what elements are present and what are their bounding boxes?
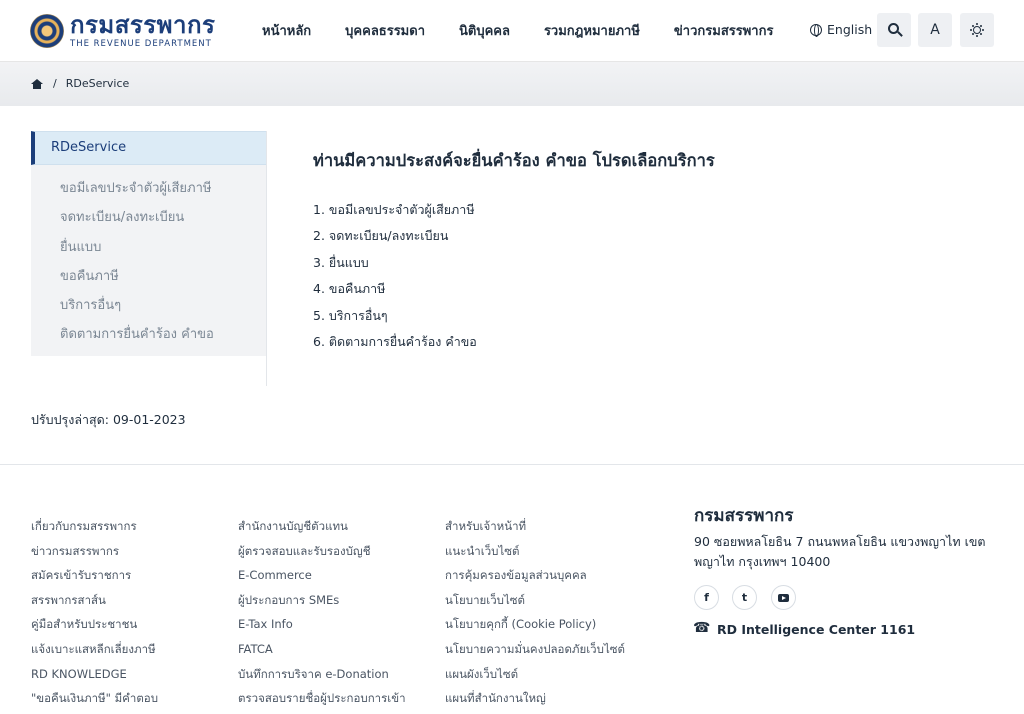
home-icon[interactable]	[31, 78, 43, 89]
footer-links-col-3: สำหรับเจ้าหน้าที่ แนะนำเว็บไซต์ การคุ้มค…	[445, 518, 625, 714]
footer-link[interactable]: แนะนำเว็บไซต์	[445, 543, 625, 568]
hotline[interactable]: RD Intelligence Center 1161	[693, 620, 916, 638]
sidebar-item-file-return[interactable]: ยื่นแบบ	[31, 233, 266, 262]
revenue-seal-icon	[30, 14, 64, 48]
footer-org-name: กรมสรรพากร	[694, 506, 794, 526]
youtube-button[interactable]	[771, 585, 796, 610]
main-nav: หน้าหลัก บุคคลธรรมดา นิติบุคคล รวมกฎหมาย…	[262, 20, 807, 41]
font-size-button[interactable]: A	[918, 13, 952, 47]
service-link-tax-refund[interactable]: 4. ขอคืนภาษี	[313, 279, 477, 305]
breadcrumb-bar: / RDeService	[0, 62, 1024, 106]
footer-link[interactable]: แผนที่สำนักงานใหญ่	[445, 690, 625, 714]
last-updated: ปรับปรุงล่าสุด: 09-01-2023	[31, 412, 186, 427]
footer-link[interactable]: FATCA	[238, 641, 406, 666]
nav-tax-law[interactable]: รวมกฎหมายภาษี	[544, 20, 640, 41]
service-link-file-return[interactable]: 3. ยื่นแบบ	[313, 253, 477, 279]
footer-link[interactable]: เกี่ยวกับกรมสรรพากร	[31, 518, 158, 543]
footer-link[interactable]: ข่าวกรมสรรพากร	[31, 543, 158, 568]
nav-corporate[interactable]: นิติบุคคล	[459, 20, 510, 41]
breadcrumb-current: RDeService	[65, 77, 130, 90]
sidebar-item-other-services[interactable]: บริการอื่นๆ	[31, 291, 266, 320]
footer-link[interactable]: E-Commerce	[238, 567, 406, 592]
sidebar-title[interactable]: RDeService	[31, 131, 266, 165]
twitter-icon[interactable]: t	[732, 585, 757, 610]
sidebar-item-tax-id[interactable]: ขอมีเลขประจำตัวผู้เสียภาษี	[31, 174, 266, 203]
breadcrumb: / RDeService	[31, 77, 129, 90]
service-link-other-services[interactable]: 5. บริการอื่นๆ	[313, 306, 477, 332]
footer-links-col-2: สำนักงานบัญชีตัวแทน ผู้ตรวจสอบและรับรองบ…	[238, 518, 406, 714]
search-icon	[887, 23, 899, 34]
nav-news[interactable]: ข่าวกรมสรรพากร	[674, 20, 774, 41]
language-switch[interactable]: English	[810, 22, 872, 37]
footer-link[interactable]: สรรพากรสาส์น	[31, 592, 158, 617]
footer-link[interactable]: สมัครเข้ารับราชการ	[31, 567, 158, 592]
footer-divider	[0, 464, 1024, 465]
footer-link[interactable]: ผู้ประกอบการ SMEs	[238, 592, 406, 617]
footer-link[interactable]: "ขอคืนเงินภาษี" มีคำตอบ	[31, 690, 158, 714]
footer-link[interactable]: นโยบายคุกกี้ (Cookie Policy)	[445, 616, 625, 641]
page-title: ท่านมีความประสงค์จะยื่นคำร้อง คำขอ โปรดเ…	[313, 151, 715, 170]
footer-link[interactable]: นโยบายความมั่นคงปลอดภัยเว็บไซต์	[445, 641, 625, 666]
search-button[interactable]	[877, 13, 911, 47]
service-link-track-request[interactable]: 6. ติดตามการยื่นคำร้อง คำขอ	[313, 332, 477, 358]
theme-toggle-button[interactable]	[960, 13, 994, 47]
footer-link[interactable]: บันทึกการบริจาค e-Donation	[238, 666, 406, 691]
footer-address: 90 ซอยพหลโยธิน 7 ถนนพหลโยธิน แขวงพญาไท เ…	[694, 534, 986, 569]
sidebar-item-registration[interactable]: จดทะเบียน/ลงทะเบียน	[31, 203, 266, 232]
service-link-registration[interactable]: 2. จดทะเบียน/ลงทะเบียน	[313, 226, 477, 252]
youtube-icon	[778, 593, 789, 602]
footer-link[interactable]: สำหรับเจ้าหน้าที่	[445, 518, 625, 543]
footer-link[interactable]: E-Tax Info	[238, 616, 406, 641]
logo-title-thai: กรมสรรพากร	[70, 11, 216, 39]
logo-title-english: THE REVENUE DEPARTMENT	[70, 39, 212, 49]
sidebar-item-track-request[interactable]: ติดตามการยื่นคำร้อง คำขอ	[31, 320, 266, 349]
footer-link[interactable]: สำนักงานบัญชีตัวแทน	[238, 518, 406, 543]
footer-links-col-1: เกี่ยวกับกรมสรรพากร ข่าวกรมสรรพากร สมัคร…	[31, 518, 158, 714]
footer-link[interactable]: แผนผังเว็บไซต์	[445, 666, 625, 691]
sun-icon	[973, 26, 981, 34]
sidebar-item-tax-refund[interactable]: ขอคืนภาษี	[31, 262, 266, 291]
footer-link[interactable]: คู่มือสำหรับประชาชน	[31, 616, 158, 641]
nav-individual[interactable]: บุคคลธรรมดา	[345, 20, 425, 41]
footer-link[interactable]: นโยบายเว็บไซต์	[445, 592, 625, 617]
footer-link[interactable]: การคุ้มครองข้อมูลส่วนบุคคล	[445, 567, 625, 592]
nav-home[interactable]: หน้าหลัก	[262, 20, 311, 41]
breadcrumb-separator: /	[53, 77, 57, 90]
language-label: English	[827, 22, 873, 37]
service-link-tax-id[interactable]: 1. ขอมีเลขประจำตัวผู้เสียภาษี	[313, 200, 477, 226]
footer-link[interactable]: แจ้งเบาะแสหลีกเลี่ยงภาษี	[31, 641, 158, 666]
sidebar: RDeService ขอมีเลขประจำตัวผู้เสียภาษี จด…	[31, 131, 267, 386]
site-logo[interactable]: กรมสรรพากร THE REVENUE DEPARTMENT	[30, 12, 215, 50]
footer-link[interactable]: RD KNOWLEDGE	[31, 666, 158, 691]
site-header: กรมสรรพากร THE REVENUE DEPARTMENT หน้าหล…	[0, 0, 1024, 62]
facebook-icon[interactable]: f	[694, 585, 719, 610]
sidebar-menu: ขอมีเลขประจำตัวผู้เสียภาษี จดทะเบียน/ลงท…	[31, 165, 266, 356]
globe-icon	[810, 23, 822, 37]
service-list: 1. ขอมีเลขประจำตัวผู้เสียภาษี 2. จดทะเบี…	[313, 200, 477, 358]
phone-icon	[693, 620, 710, 636]
hotline-label: RD Intelligence Center 1161	[717, 622, 916, 637]
footer-link[interactable]: ผู้ตรวจสอบและรับรองบัญชี	[238, 543, 406, 568]
footer-link[interactable]: ตรวจสอบรายชื่อผู้ประกอบการเข้า	[238, 690, 406, 714]
